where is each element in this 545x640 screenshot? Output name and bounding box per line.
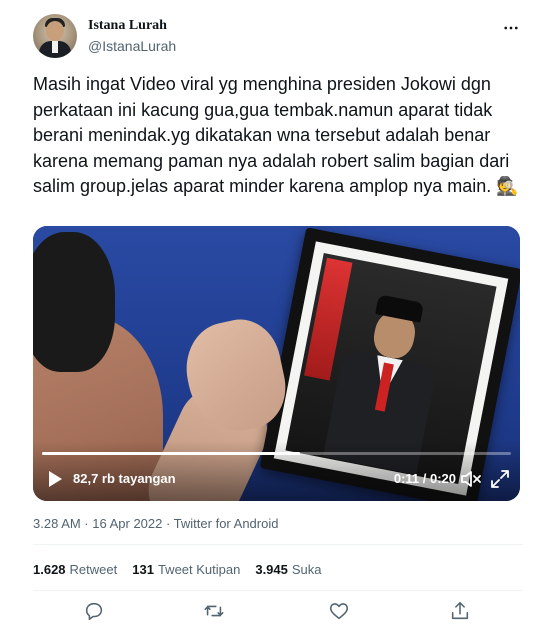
like-stat[interactable]: 3.945 Suka: [255, 562, 321, 577]
quote-stat[interactable]: 131 Tweet Kutipan: [132, 562, 240, 577]
tweet-stats: 1.628 Retweet 131 Tweet Kutipan 3.945 Suka: [33, 562, 322, 577]
retweet-stat[interactable]: 1.628 Retweet: [33, 562, 117, 577]
video-progress-fill: [42, 452, 300, 455]
reply-icon[interactable]: [83, 600, 107, 624]
avatar[interactable]: [33, 14, 77, 58]
view-count: 82,7 rb tayangan: [73, 471, 176, 486]
video-time: 0:11 / 0:20: [393, 471, 456, 486]
share-icon[interactable]: [449, 600, 473, 624]
retweet-icon[interactable]: [203, 600, 227, 624]
author-handle[interactable]: @IstanaLurah: [88, 38, 176, 54]
author-name[interactable]: Istana Lurah: [88, 18, 167, 34]
play-icon[interactable]: [45, 469, 65, 489]
mute-icon[interactable]: [460, 469, 482, 489]
divider: [33, 590, 523, 591]
fullscreen-icon[interactable]: [490, 469, 510, 489]
more-icon[interactable]: [499, 16, 523, 40]
video-progress-bar[interactable]: [42, 452, 511, 455]
tweet-actions: [33, 598, 523, 626]
tweet-timestamp[interactable]: 3.28 AM · 16 Apr 2022 · Twitter for Andr…: [33, 516, 278, 531]
divider: [33, 544, 523, 545]
like-icon[interactable]: [328, 600, 352, 624]
video-controls: 82,7 rb tayangan 0:11 / 0:20: [33, 466, 520, 492]
tweet-text: Masih ingat Video viral yg menghina pres…: [33, 74, 519, 196]
video-player[interactable]: 82,7 rb tayangan 0:11 / 0:20: [33, 226, 520, 501]
tweet-header: Istana Lurah @IstanaLurah: [33, 12, 523, 60]
